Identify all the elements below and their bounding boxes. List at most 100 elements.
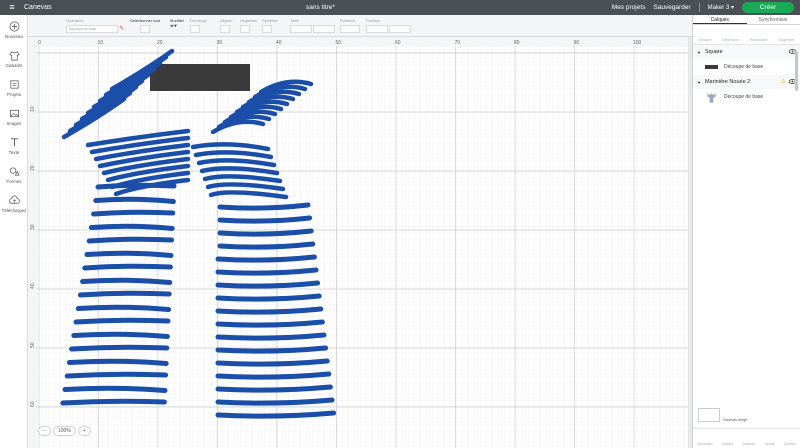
menu-icon[interactable]: ≡ <box>0 3 24 12</box>
panel-scrollbar[interactable] <box>795 51 798 91</box>
flip-button[interactable] <box>262 25 272 33</box>
canvas-svg: 0 10 20 30 40 50 60 70 80 90 100 10 20 30 40 50 60 <box>28 37 688 448</box>
scarf-stripe <box>86 236 175 244</box>
tool-projects[interactable]: Projets <box>0 73 28 102</box>
duplicate-button[interactable]: Reproduire <box>750 38 767 42</box>
plus-icon <box>9 21 19 31</box>
ruler-tick-label: 30 <box>217 40 223 46</box>
scarf-stripe <box>62 385 168 393</box>
machine-selector[interactable]: Maker 3 ▾ <box>708 4 734 11</box>
ruler-tick-label: 20 <box>157 40 163 46</box>
tool-images[interactable]: Images <box>0 102 28 131</box>
my-projects-link[interactable]: Mes projets <box>612 4 646 11</box>
arrange-button[interactable] <box>240 25 250 33</box>
image-icon <box>9 109 19 117</box>
blank-canvas-row[interactable]: Canevas vierge <box>698 408 747 422</box>
caret-down-icon[interactable]: ▼ <box>697 80 701 85</box>
ruler-tick-label: 0 <box>38 40 41 46</box>
ruler-tick-label: 10 <box>30 106 36 112</box>
ruler-tick-label: 40 <box>276 40 282 46</box>
ruler-tick-label: 20 <box>30 165 36 171</box>
arrange-label: Organiser <box>240 18 258 23</box>
ruler-tick-label: 80 <box>514 40 520 46</box>
canvas-color-swatch[interactable] <box>698 408 720 422</box>
create-button[interactable]: Créer <box>742 2 794 13</box>
scarf-stripe <box>93 196 176 204</box>
blank-canvas-label: Canevas vierge <box>723 418 748 422</box>
ruler-tick-label: 40 <box>30 283 36 289</box>
ruler-tick-label: 30 <box>30 224 36 230</box>
tool-upload[interactable]: Téléchargez <box>0 189 28 218</box>
position-group: Position <box>366 18 412 34</box>
save-link[interactable]: Sauvegarder <box>653 4 690 11</box>
design-canvas[interactable]: 0 10 20 30 40 50 60 70 80 90 100 10 20 30 40 50 60 − 10… <box>28 37 688 448</box>
scarf-stripe <box>64 371 169 379</box>
flip-label: Symétrie <box>262 18 278 23</box>
tab-sync[interactable]: Synchroniser <box>747 15 800 24</box>
pencil-icon[interactable]: ✎ <box>119 26 124 32</box>
zoom-in-button[interactable]: + <box>77 426 91 436</box>
position-label: Position <box>366 18 381 23</box>
ruler-tick-label: 50 <box>30 342 36 348</box>
tool-label: Images <box>6 120 22 126</box>
left-ruler <box>28 37 36 448</box>
layer-actions: Grouper Dégrouper Reproduire Supprimer <box>693 25 800 45</box>
rotate-field[interactable] <box>340 25 360 33</box>
group-header[interactable]: ▼ Marinière Nouée 2 ⚠ <box>693 75 800 89</box>
projects-icon <box>9 79 19 89</box>
layer-row[interactable]: Découpe de base <box>693 59 800 75</box>
divider <box>698 3 700 12</box>
tool-label: Téléchargez <box>1 207 27 213</box>
caret-down-icon[interactable]: ▼ <box>697 50 701 55</box>
rotate-group: Rotation <box>340 18 360 34</box>
y-field[interactable] <box>389 25 412 33</box>
tool-new[interactable]: Nouveau <box>0 15 28 44</box>
edit-group: Modifier ⌖▾ <box>170 18 184 31</box>
top-ruler <box>28 37 688 46</box>
warning-icon[interactable]: ⚠ <box>781 78 786 85</box>
layer-row[interactable]: Découpe de base <box>693 89 800 105</box>
layer-group-mariniere[interactable]: ▼ Marinière Nouée 2 ⚠ Découpe de base <box>693 75 800 105</box>
size-group: Taille <box>290 18 336 34</box>
height-field[interactable] <box>313 25 336 33</box>
select-all-label: Sélectionner tout <box>130 18 161 23</box>
offset-button[interactable] <box>190 25 200 33</box>
group-button[interactable]: Grouper <box>699 38 712 42</box>
scarf-stripe <box>95 182 177 190</box>
select-all-button[interactable] <box>140 25 150 33</box>
contour-button[interactable]: Contour <box>784 442 796 446</box>
scarf-stripe <box>82 263 173 271</box>
tool-templates[interactable]: Gabarits <box>0 44 28 73</box>
slice-button[interactable]: Découper <box>698 442 713 446</box>
tab-layers[interactable]: Calques <box>693 15 747 24</box>
ruler-tick-label: 100 <box>633 40 642 46</box>
ruler-tick-label: 10 <box>98 40 104 46</box>
width-field[interactable] <box>290 25 312 33</box>
scarf-stripe <box>75 304 172 312</box>
group-header[interactable]: ▼ Square <box>693 45 800 59</box>
zoom-out-button[interactable]: − <box>38 426 51 436</box>
align-group: Aligner <box>220 18 232 34</box>
ungroup-button[interactable]: Dégrouper <box>722 38 739 42</box>
square-shape[interactable] <box>150 64 250 91</box>
scarf-stripe <box>66 358 169 366</box>
x-field[interactable] <box>366 25 388 33</box>
tool-shapes[interactable]: Formes <box>0 160 28 189</box>
shirt-icon <box>8 50 20 60</box>
weld-button[interactable]: Souder <box>722 442 733 446</box>
operation-select[interactable]: Découpe de base <box>66 25 118 33</box>
delete-button[interactable]: Supprimer <box>778 38 794 42</box>
group-name: Square <box>704 49 723 55</box>
operation-label: Opération <box>66 18 84 23</box>
flatten-button[interactable]: Aplatir <box>765 442 775 446</box>
arrange-group: Organiser <box>240 18 258 34</box>
tool-text[interactable]: Texte <box>0 131 28 160</box>
document-title: sans titre* <box>306 4 335 11</box>
attach-button[interactable]: Attacher <box>743 442 756 446</box>
align-button[interactable] <box>220 25 230 33</box>
ruler-tick-label: 60 <box>30 401 36 407</box>
layer-group-square[interactable]: ▼ Square Découpe de base <box>693 45 800 75</box>
edit-icon[interactable]: ⌖▾ <box>170 23 177 30</box>
rotate-label: Rotation <box>340 18 355 23</box>
size-label: Taille <box>290 18 300 23</box>
